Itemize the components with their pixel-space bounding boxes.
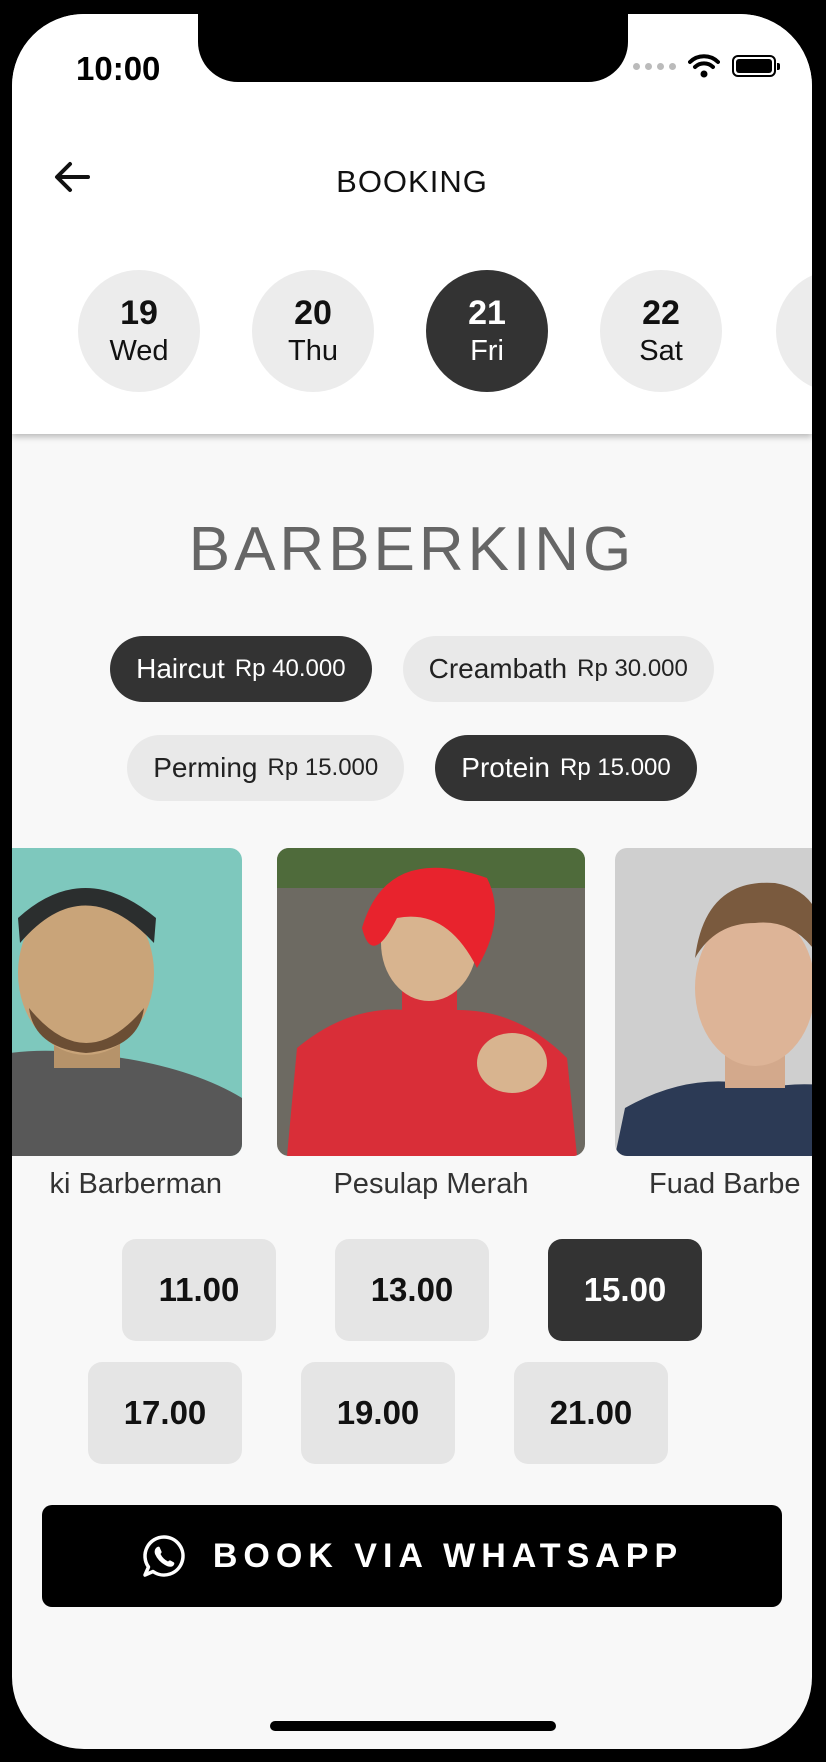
barber-photo [277,848,585,1156]
book-via-whatsapp-button[interactable]: BOOK VIA WHATSAPP [42,1505,782,1607]
service-chip-perming[interactable]: Perming Rp 15.000 [127,735,405,801]
service-price: Rp 15.000 [559,754,671,781]
device-notch [198,14,628,82]
app-screen: 10:00 BOOKING 19 Wed 20 Thu 21 Fri 22 Sa… [12,14,812,1749]
time-slot-row: 11.00 13.00 15.00 [12,1239,812,1341]
service-chip-haircut[interactable]: Haircut Rp 40.000 [110,636,372,702]
date-option-22[interactable]: 22 Sat [600,270,722,392]
home-indicator[interactable] [270,1721,556,1731]
status-time: 10:00 [76,50,161,87]
service-name: Creambath [428,653,568,684]
signal-dots-icon [633,62,676,70]
barber-card[interactable]: Pesulap Merah [277,848,585,1200]
date-option-19[interactable]: 19 Wed [78,270,200,392]
date-weekday: Fri [470,335,504,367]
time-slot-selected[interactable]: 15.00 [548,1239,702,1341]
whatsapp-icon [143,1535,185,1577]
service-name: Haircut [136,653,225,684]
date-day: 21 [468,294,506,332]
service-name: Perming [153,752,258,783]
time-slot-row: 17.00 19.00 21.00 [12,1362,778,1464]
date-option-20[interactable]: 20 Thu [252,270,374,392]
service-name: Protein [461,752,550,783]
battery-icon [732,55,780,77]
service-row: Haircut Rp 40.000 Creambath Rp 30.000 [12,636,812,702]
date-picker: 19 Wed 20 Thu 21 Fri 22 Sat [78,270,722,392]
date-weekday: Thu [288,335,338,367]
date-day: 20 [294,294,332,332]
service-price: Rp 40.000 [234,655,346,682]
time-slot[interactable]: 17.00 [88,1362,242,1464]
service-price: Rp 30.000 [577,655,688,682]
page-title: BOOKING [336,164,488,199]
service-chip-creambath[interactable]: Creambath Rp 30.000 [402,636,714,702]
time-slot[interactable]: 19.00 [301,1362,455,1464]
date-day: 22 [642,294,680,332]
service-row: Perming Rp 15.000 Protein Rp 15.000 [12,735,812,801]
date-weekday: Sat [639,335,683,367]
time-slot[interactable]: 21.00 [514,1362,668,1464]
barber-card[interactable]: ki Barberman [12,848,242,1200]
barber-carousel: ki Barberman Pesulap Merah Fuad Barbe [12,848,812,1200]
barber-photo [615,848,812,1156]
date-option-21[interactable]: 21 Fri [426,270,548,392]
date-weekday: Wed [109,335,169,367]
service-chip-protein[interactable]: Protein Rp 15.000 [435,735,697,801]
shop-name: BARBERKING [188,515,636,584]
date-day: 19 [120,294,158,332]
wifi-icon [688,54,720,78]
barber-name: ki Barberman [49,1168,222,1200]
status-icons [633,54,780,78]
time-slot[interactable]: 11.00 [122,1239,276,1341]
barber-photo [12,848,242,1156]
device-frame: 10:00 BOOKING 19 Wed 20 Thu 21 Fri 22 Sa… [0,0,826,1762]
barber-name: Fuad Barbe [649,1168,801,1200]
book-button-label: BOOK VIA WHATSAPP [212,1536,684,1575]
time-slot[interactable]: 13.00 [335,1239,489,1341]
barber-name: Pesulap Merah [333,1168,529,1200]
barber-card[interactable]: Fuad Barbe [615,848,812,1200]
service-price: Rp 15.000 [267,754,379,781]
